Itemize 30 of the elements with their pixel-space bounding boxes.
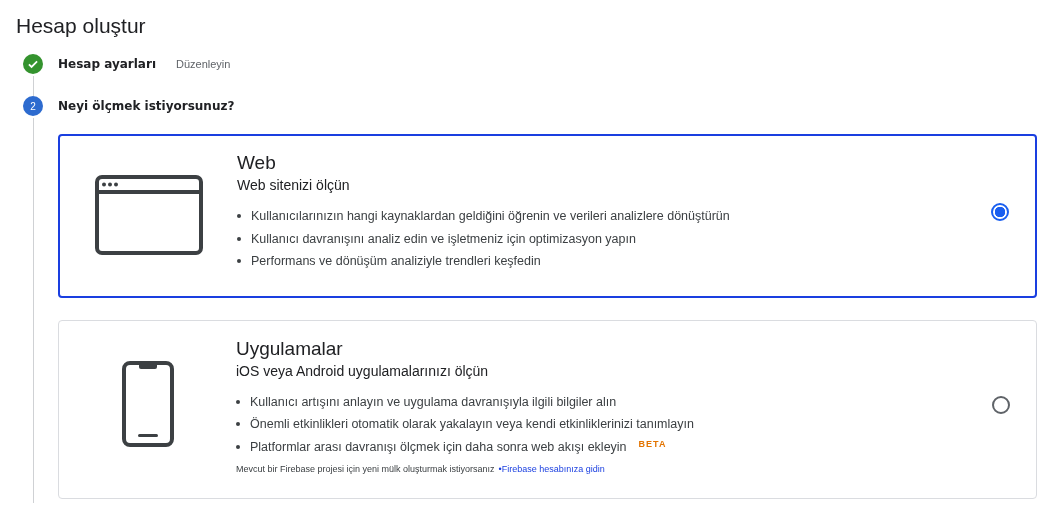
option-title: Web bbox=[237, 151, 277, 175]
bullet-icon bbox=[236, 444, 240, 449]
step-number: 2 bbox=[23, 96, 43, 116]
bullet-text: Kullanıcılarınızın hangi kaynaklardan geldiğini öğrenin ve verileri analizlere dönüştürün bbox=[251, 208, 730, 225]
browser-window-icon bbox=[94, 175, 203, 255]
note-text: Mevcut bir Firebase projesi için yeni mülk oluşturmak istiyorsanız bbox=[236, 464, 495, 474]
edit-link[interactable]: Düzenleyin bbox=[176, 58, 231, 70]
bullet-icon bbox=[237, 259, 241, 264]
bullet-icon bbox=[236, 422, 240, 427]
bullet-text: Platformlar arası davranışı ölçmek için daha sonra web akışı ekleyin bbox=[250, 438, 627, 456]
check-icon bbox=[23, 54, 43, 74]
option-title: Uygulamalar bbox=[236, 336, 344, 361]
bullet-text: Kullanıcı artışını anlayın ve uygulama davranışıyla ilgili bilgiler alın bbox=[250, 393, 617, 411]
beta-label: BETA bbox=[638, 437, 667, 451]
radio-button[interactable] bbox=[991, 202, 1009, 221]
bullet-icon bbox=[237, 236, 241, 241]
page-title: Hesap oluştur bbox=[16, 13, 147, 39]
smartphone-icon bbox=[121, 360, 174, 447]
option-subtitle: Web sitenizi ölçün bbox=[237, 176, 351, 195]
bullet-icon bbox=[237, 214, 241, 219]
radio-button[interactable] bbox=[992, 396, 1010, 415]
step-title: Hesap ayarları bbox=[58, 57, 156, 71]
bullet-icon bbox=[236, 399, 240, 404]
bullet-text: Önemli etkinlikleri otomatik olarak yakalayın veya kendi etkinliklerinizi tanımlayın bbox=[250, 416, 694, 433]
bullet-text: Performans ve dönüşüm analiziyle trendleri keşfedin bbox=[251, 253, 541, 270]
bullet-text: Kullanıcı davranışını analiz edin ve işletmeniz için optimizasyon yapın bbox=[251, 230, 636, 248]
option-card[interactable] bbox=[58, 134, 1037, 298]
firebase-link[interactable]: •Firebase hesabınıza gidin bbox=[498, 464, 605, 474]
step-title: Neyi ölçmek istiyorsunuz? bbox=[58, 99, 235, 113]
option-subtitle: iOS veya Android uygulamalarınızı ölçün bbox=[236, 361, 490, 381]
